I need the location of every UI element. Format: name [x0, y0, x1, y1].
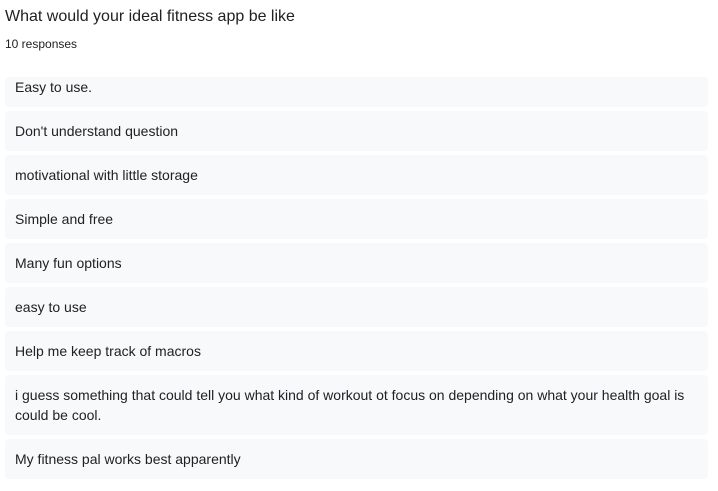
response-item: i guess something that could tell you wh…: [5, 375, 708, 435]
response-item: motivational with little storage: [5, 155, 708, 195]
response-item: Help me keep track of macros: [5, 331, 708, 371]
response-item: My fitness pal works best apparently: [5, 439, 708, 479]
response-item: Don't understand question: [5, 111, 708, 151]
response-item: Easy to use.: [5, 77, 708, 107]
response-count: 10 responses: [5, 37, 78, 51]
question-title: What would your ideal fitness app be lik…: [5, 8, 295, 25]
response-item: Many fun options: [5, 243, 708, 283]
response-item: easy to use: [5, 287, 708, 327]
response-item: Simple and free: [5, 199, 708, 239]
response-list: Easy to use. Don't understand question m…: [5, 77, 708, 483]
